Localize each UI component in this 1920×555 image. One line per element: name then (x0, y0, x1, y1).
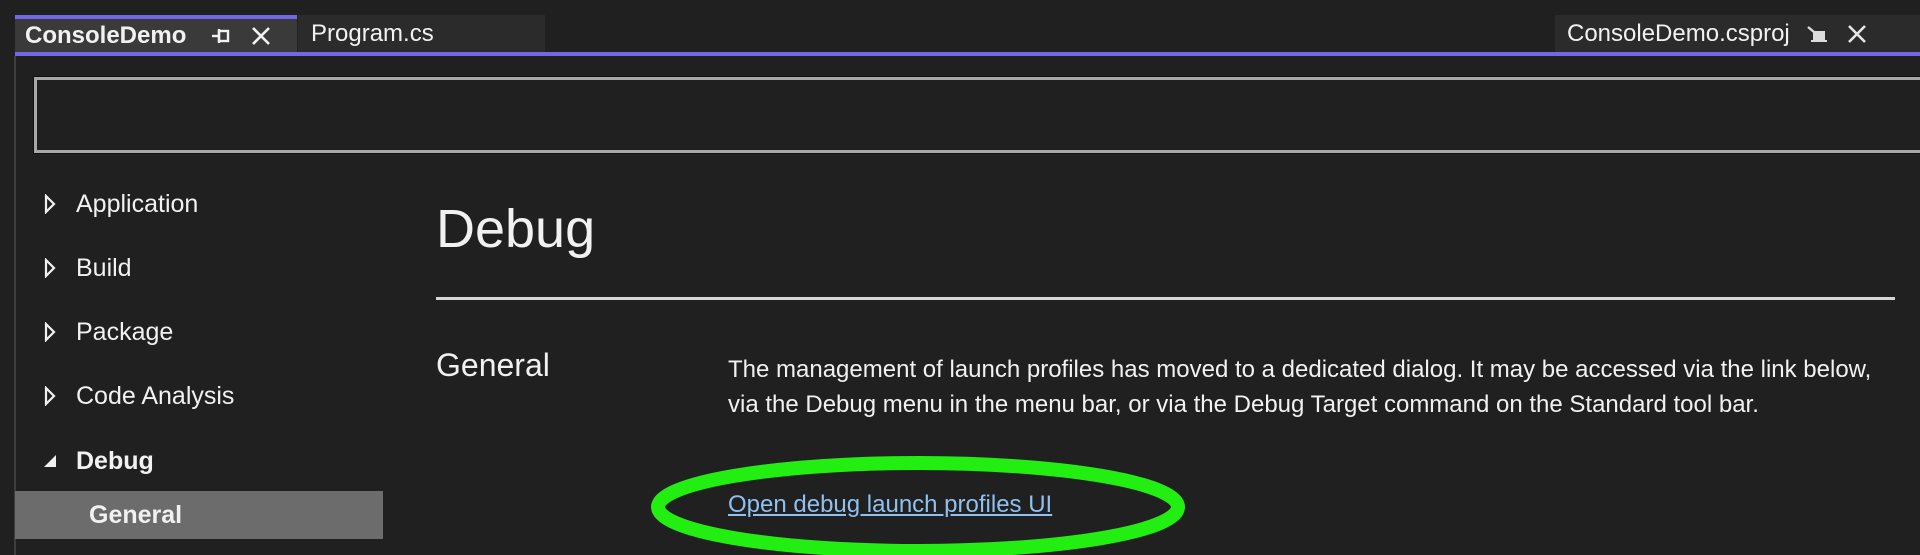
tab-accent-line (15, 52, 1920, 56)
collapse-triangle-icon[interactable] (40, 451, 60, 471)
sidebar-item-label: General (89, 500, 183, 529)
unpinned-icon[interactable] (1804, 21, 1830, 47)
sidebar-item-label: Build (76, 253, 132, 282)
close-icon[interactable] (1844, 21, 1870, 47)
sidebar-item-code-analysis[interactable]: Code Analysis (15, 372, 383, 420)
tab-label: Program.cs (311, 19, 434, 47)
sidebar-item-debug-general[interactable]: General (15, 491, 383, 539)
launch-profiles-description: The management of launch profiles has mo… (728, 356, 1872, 418)
tab-consoledemo[interactable]: ConsoleDemo (15, 15, 297, 52)
tab-consoledemo-csproj[interactable]: ConsoleDemo.csproj (1555, 15, 1920, 52)
sidebar-item-label: Package (76, 317, 174, 346)
sidebar-item-label: Application (76, 189, 199, 218)
sidebar-item-debug[interactable]: Debug (15, 437, 383, 485)
title-divider (436, 297, 1895, 300)
sidebar-item-label: Code Analysis (76, 381, 235, 410)
page-title: Debug (436, 199, 596, 259)
sidebar-item-label: Debug (76, 446, 154, 475)
open-debug-launch-profiles-link[interactable]: Open debug launch profiles UI (728, 491, 1052, 519)
tab-program-cs[interactable]: Program.cs (298, 15, 545, 52)
sidebar-item-application[interactable]: Application (15, 180, 383, 228)
expand-triangle-icon[interactable] (40, 386, 60, 406)
tab-label: ConsoleDemo.csproj (1567, 19, 1790, 47)
tab-label: ConsoleDemo (25, 21, 187, 49)
search-settings-box[interactable] (33, 76, 1920, 154)
section-label-general: General (436, 347, 550, 383)
close-icon[interactable] (248, 23, 274, 49)
expand-triangle-icon[interactable] (40, 322, 60, 342)
sidebar-item-package[interactable]: Package (15, 308, 383, 356)
expand-triangle-icon[interactable] (40, 258, 60, 278)
pin-icon[interactable] (208, 23, 234, 49)
sidebar-item-build[interactable]: Build (15, 244, 383, 292)
document-tab-strip: ConsoleDemo Program.cs ConsoleDemo.cspro… (0, 0, 1920, 56)
expand-triangle-icon[interactable] (40, 194, 60, 214)
search-input[interactable] (37, 80, 1920, 150)
